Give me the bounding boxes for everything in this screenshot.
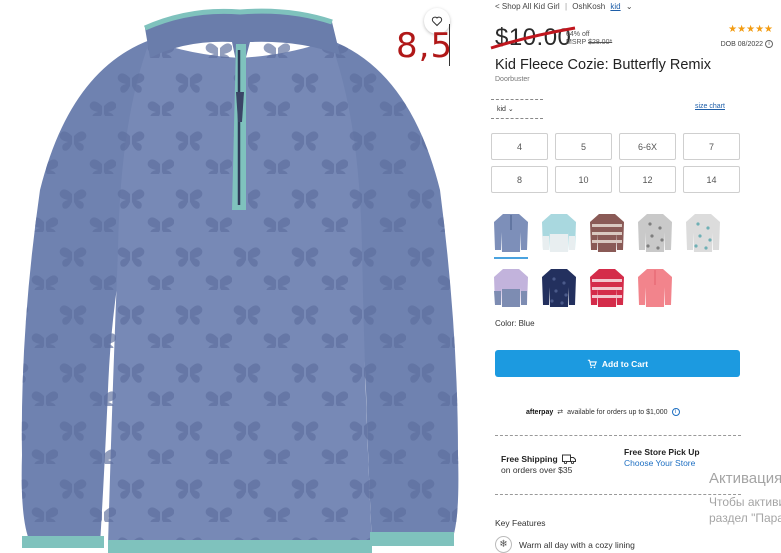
- size-option[interactable]: 5: [555, 133, 612, 160]
- discount-percent: 64% off: [566, 31, 590, 38]
- product-image-area: 8,5: [0, 0, 478, 553]
- add-to-cart-button[interactable]: Add to Cart: [495, 350, 740, 377]
- size-option[interactable]: 14: [683, 166, 740, 193]
- msrp-line: MSRP $28.00*: [566, 39, 612, 47]
- info-icon[interactable]: i: [671, 408, 680, 416]
- feature-item: ❄ Warm all day with a cozy lining: [495, 536, 635, 553]
- breadcrumb-brand[interactable]: OshKosh: [572, 2, 605, 11]
- color-swatch-navy-print[interactable]: [540, 265, 578, 311]
- color-swatch-red-fair-isle[interactable]: [588, 265, 626, 311]
- selected-color-label: Color: Blue: [495, 319, 535, 328]
- free-shipping-title: Free Shipping: [501, 454, 558, 464]
- price-row: $10.00 64% off MSRP $28.00* ★★★★★ DOB 08…: [490, 24, 775, 54]
- swatch-shirt-image: [542, 269, 576, 307]
- chevron-down-icon[interactable]: ⌄: [626, 2, 633, 11]
- size-chart-link[interactable]: size chart: [695, 103, 725, 110]
- color-swatch-floral-gray[interactable]: [684, 210, 722, 256]
- color-swatch-lavender-colorblock[interactable]: [492, 265, 530, 311]
- windows-activation-watermark: Активация Windows Чтобы активировать Win…: [709, 470, 781, 525]
- chevron-down-icon: ⌄: [507, 106, 514, 113]
- key-features-heading: Key Features: [495, 518, 546, 528]
- color-swatch-blue[interactable]: [492, 210, 530, 259]
- size-option[interactable]: 8: [491, 166, 548, 193]
- size-option[interactable]: 6-6X: [619, 133, 676, 160]
- divider: [495, 494, 741, 495]
- size-options: 4 5 6-6X 7 8 10 12 14: [491, 133, 741, 193]
- swatch-shirt-image: [590, 214, 624, 252]
- size-range-select[interactable]: kid ⌄: [491, 99, 543, 119]
- snowflake-icon: ❄: [495, 536, 512, 553]
- truck-icon: [561, 454, 576, 464]
- color-swatches: [492, 210, 752, 311]
- breadcrumb-separator: |: [564, 2, 568, 11]
- swatch-shirt-image: [638, 214, 672, 252]
- afterpay-banner: afterpay ⇄ available for orders up to $1…: [526, 408, 680, 416]
- size-option[interactable]: 12: [619, 166, 676, 193]
- activation-line-3: раздел "Параметры".: [709, 511, 781, 525]
- choose-store-link[interactable]: Choose Your Store: [624, 458, 754, 468]
- free-shipping-info: Free Shipping on orders over $35: [501, 454, 611, 475]
- text-cursor: [449, 24, 450, 66]
- rating[interactable]: ★★★★★ DOB 08/2022 i: [721, 25, 773, 48]
- cart-icon: [587, 359, 597, 368]
- afterpay-arrows-icon: ⇄: [557, 409, 564, 416]
- product-image[interactable]: [0, 0, 478, 553]
- color-swatch-pink[interactable]: [636, 265, 674, 311]
- swatch-shirt-image: [494, 269, 528, 307]
- swatch-shirt-image: [542, 214, 576, 252]
- swatch-shirt-image: [638, 269, 672, 307]
- add-to-cart-label: Add to Cart: [601, 358, 649, 369]
- rating-stars: ★★★★★: [728, 24, 773, 35]
- activation-line-2: Чтобы активировать Windows, перейдите в: [709, 495, 781, 509]
- color-swatch-gray-print[interactable]: [636, 210, 674, 256]
- swatch-shirt-image: [590, 269, 624, 307]
- store-pickup-info: Free Store Pick Up Choose Your Store: [624, 447, 754, 468]
- msrp-value: $28.00*: [588, 39, 613, 46]
- strikethrough-mark: [490, 26, 576, 50]
- size-option[interactable]: 10: [555, 166, 612, 193]
- free-shipping-sub: on orders over $35: [501, 465, 573, 475]
- dob-label: DOB 08/2022: [720, 40, 764, 48]
- product-title: Kid Fleece Cozie: Butterfly Remix: [495, 57, 711, 73]
- info-icon[interactable]: i: [765, 40, 773, 48]
- size-option[interactable]: 7: [683, 133, 740, 160]
- swatch-shirt-image: [494, 214, 528, 252]
- overlay-annotation: 8,5: [396, 26, 454, 66]
- breadcrumb-back-link[interactable]: < Shop All Kid Girl: [495, 2, 560, 11]
- divider: [495, 435, 741, 436]
- size-option[interactable]: 4: [491, 133, 548, 160]
- activation-title: Активация Windows: [709, 470, 781, 487]
- dob-date: DOB 08/2022 i: [721, 40, 773, 48]
- product-subtitle: Doorbuster: [495, 76, 530, 83]
- size-range-value: kid: [497, 106, 506, 113]
- store-pickup-title: Free Store Pick Up: [624, 447, 700, 457]
- swatch-shirt-image: [686, 214, 720, 252]
- msrp-label: MSRP: [566, 39, 587, 46]
- color-swatch-aqua-colorblock[interactable]: [540, 210, 578, 256]
- breadcrumb-filter-link[interactable]: kid: [610, 2, 620, 11]
- feature-text: Warm all day with a cozy lining: [519, 539, 635, 550]
- free-shipping-heading: Free Shipping: [501, 454, 611, 464]
- afterpay-logo: afterpay: [526, 408, 554, 416]
- color-swatch-fair-isle-brown[interactable]: [588, 210, 626, 256]
- breadcrumb: < Shop All Kid Girl | OshKosh kid ⌄: [495, 2, 636, 11]
- price-discount: 64% off MSRP $28.00*: [566, 31, 612, 47]
- afterpay-text: available for orders up to $1,000: [567, 408, 668, 416]
